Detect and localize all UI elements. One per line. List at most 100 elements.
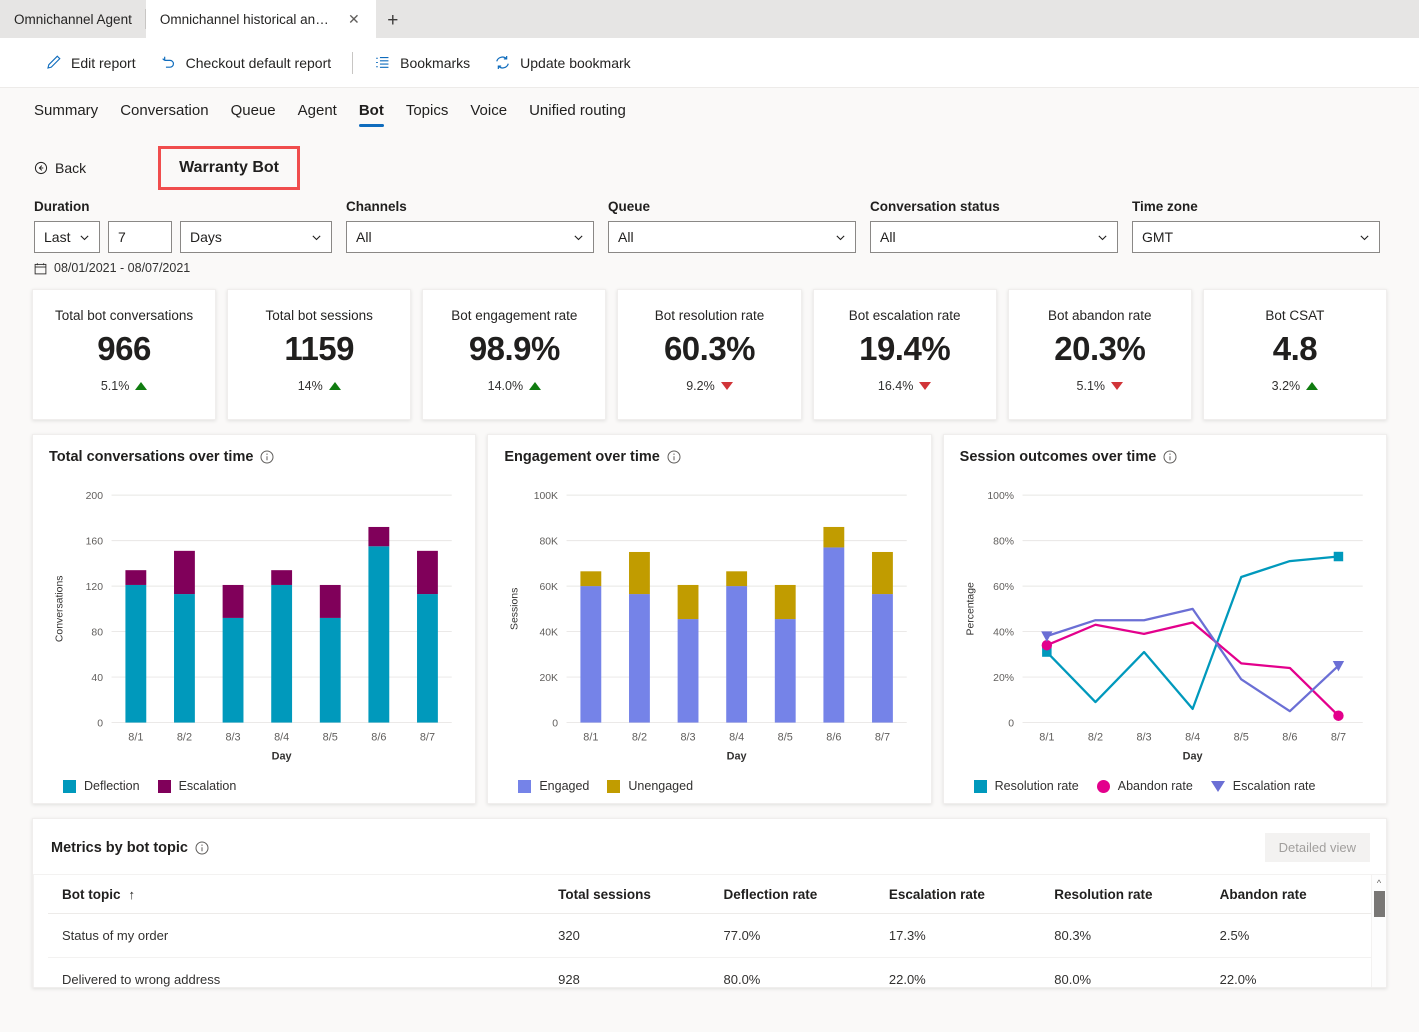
metrics-table: Bot topic ↑ Total sessions Deflection rate E… <box>48 875 1371 987</box>
info-icon[interactable] <box>667 450 681 464</box>
edit-report-label: Edit report <box>71 54 136 71</box>
channels-select[interactable]: All <box>346 221 594 253</box>
kpi-label: Bot engagement rate <box>451 308 578 323</box>
tab-label: Voice <box>470 102 508 119</box>
chart-title-row: Session outcomes over time <box>960 449 1370 465</box>
tab-queue[interactable]: Queue <box>220 88 287 133</box>
update-bookmark-label: Update bookmark <box>520 54 631 71</box>
kpi-card: Bot CSAT 4.8 3.2% <box>1202 289 1387 420</box>
filter-channels-label: Channels <box>346 199 407 214</box>
tab-bot[interactable]: Bot <box>348 88 395 133</box>
trend-up-icon <box>135 382 148 390</box>
table-column-header[interactable]: Resolution rate <box>1040 875 1206 914</box>
svg-text:8/7: 8/7 <box>1331 732 1346 744</box>
browser-tab-omnichannel-agent[interactable]: Omnichannel Agent <box>0 0 146 38</box>
legend-square-icon <box>63 779 76 793</box>
svg-text:0: 0 <box>97 718 103 729</box>
table-row[interactable]: Delivered to wrong address 928 80.0% 22.0% 8… <box>48 957 1371 987</box>
filter-duration-label: Duration <box>34 199 90 214</box>
kpi-value: 4.8 <box>1272 330 1318 367</box>
tab-voice[interactable]: Voice <box>459 88 518 133</box>
info-icon[interactable] <box>195 841 209 855</box>
tab-label: Conversation <box>120 102 209 119</box>
kpi-delta: 3.2% <box>1272 379 1319 393</box>
back-button[interactable]: Back <box>34 160 86 176</box>
table-column-header[interactable]: Escalation rate <box>874 875 1041 914</box>
new-tab-icon[interactable]: + <box>376 4 410 38</box>
table-cell-escalation-rate: 17.3% <box>874 913 1041 958</box>
metrics-by-bot-topic-card: Metrics by bot topic Detailed view Bot t… <box>32 818 1387 988</box>
tab-conversation[interactable]: Conversation <box>109 88 219 133</box>
legend-item[interactable]: Engaged <box>518 779 589 793</box>
tab-summary[interactable]: Summary <box>34 88 109 133</box>
legend-item[interactable]: Deflection <box>63 779 140 793</box>
kpi-delta-value: 5.1% <box>1076 379 1106 393</box>
kpi-delta: 14.0% <box>487 379 542 393</box>
table-cell-topic: Status of my order <box>48 913 545 958</box>
svg-text:60%: 60% <box>993 582 1014 593</box>
update-bookmark-button[interactable]: Update bookmark <box>483 48 642 77</box>
scrollbar-thumb[interactable] <box>1373 891 1385 917</box>
svg-text:Day: Day <box>272 751 292 763</box>
time-zone-select[interactable]: GMT <box>1132 221 1380 253</box>
legend-item[interactable]: Escalation <box>157 779 236 793</box>
queue-select[interactable]: All <box>608 221 856 253</box>
svg-text:160: 160 <box>86 536 104 547</box>
table-cell-resolution-rate: 80.3% <box>1040 913 1206 958</box>
table-row[interactable]: Status of my order 320 77.0% 17.3% 80.3% 2.5% <box>48 913 1371 958</box>
checkout-default-report-button[interactable]: Checkout default report <box>149 48 343 77</box>
svg-text:8/1: 8/1 <box>584 732 599 744</box>
list-icon <box>374 54 391 71</box>
tab-unified-routing[interactable]: Unified routing <box>518 88 637 133</box>
table-column-header[interactable]: Total sessions <box>544 875 710 914</box>
bookmarks-button[interactable]: Bookmarks <box>363 48 481 77</box>
trend-down-icon <box>919 382 932 390</box>
kpi-value: 19.4% <box>859 330 951 367</box>
vertical-scrollbar[interactable]: ^ <box>1371 875 1386 987</box>
chart-plot-area: 0 40 80 120 160 200 8/1 8/2 8/3 8/4 8/5 8/6 8/7 Day Co… <box>49 473 459 775</box>
tab-agent[interactable]: Agent <box>287 88 348 133</box>
close-icon[interactable]: ✕ <box>346 11 362 27</box>
toolbar-divider <box>352 51 354 74</box>
legend-item[interactable]: Resolution rate <box>973 779 1079 793</box>
browser-tab-omnichannel-historical-analytics[interactable]: Omnichannel historical ana... ✕ <box>145 0 376 38</box>
table-column-header[interactable]: Abandon rate <box>1205 875 1371 914</box>
edit-report-button[interactable]: Edit report <box>34 48 147 77</box>
table-column-header[interactable]: Bot topic ↑ <box>48 875 545 914</box>
table-cell-abandon-rate: 2.5% <box>1205 913 1371 958</box>
svg-text:100%: 100% <box>987 491 1014 502</box>
legend-item[interactable]: Unengaged <box>607 779 693 793</box>
duration-mode-value: Last <box>44 229 71 245</box>
kpi-delta-value: 14.0% <box>487 379 524 393</box>
detailed-view-button[interactable]: Detailed view <box>1264 833 1370 862</box>
duration-amount-input[interactable]: 7 <box>108 221 172 253</box>
table-cell-topic: Delivered to wrong address <box>48 957 545 987</box>
kpi-card: Total bot sessions 1159 14% <box>227 289 412 420</box>
chart-title: Session outcomes over time <box>959 449 1157 465</box>
filter-time-zone: Time zone GMT <box>1132 199 1380 253</box>
kpi-value: 1159 <box>284 330 354 367</box>
scroll-up-icon[interactable]: ^ <box>1377 875 1381 888</box>
svg-text:Day: Day <box>1182 751 1202 763</box>
conversation-status-value: All <box>880 229 896 245</box>
chart-svg: 0 40 80 120 160 200 8/1 8/2 8/3 8/4 8/5 8/6 8/7 Day Co… <box>54 491 452 763</box>
legend-label: Unengaged <box>628 779 694 793</box>
duration-unit-select[interactable]: Days <box>180 221 332 253</box>
info-icon[interactable] <box>1163 450 1177 464</box>
duration-mode-select[interactable]: Last <box>34 221 100 253</box>
breadcrumb: Back Warranty Bot <box>0 133 1419 190</box>
legend-item[interactable]: Abandon rate <box>1096 779 1193 793</box>
svg-text:8/1: 8/1 <box>1039 732 1054 744</box>
info-icon[interactable] <box>260 450 274 464</box>
tab-topics[interactable]: Topics <box>395 88 460 133</box>
kpi-card: Bot escalation rate 19.4% 16.4% <box>812 289 997 420</box>
table-column-label: Bot topic <box>62 887 121 902</box>
refresh-icon <box>494 54 511 71</box>
table-title: Metrics by bot topic <box>51 839 188 856</box>
calendar-icon <box>34 262 47 275</box>
svg-text:60K: 60K <box>540 582 559 593</box>
table-column-header[interactable]: Deflection rate <box>709 875 875 914</box>
legend-item[interactable]: Escalation rate <box>1210 779 1315 793</box>
conversation-status-select[interactable]: All <box>870 221 1118 253</box>
trend-up-icon <box>328 382 341 390</box>
